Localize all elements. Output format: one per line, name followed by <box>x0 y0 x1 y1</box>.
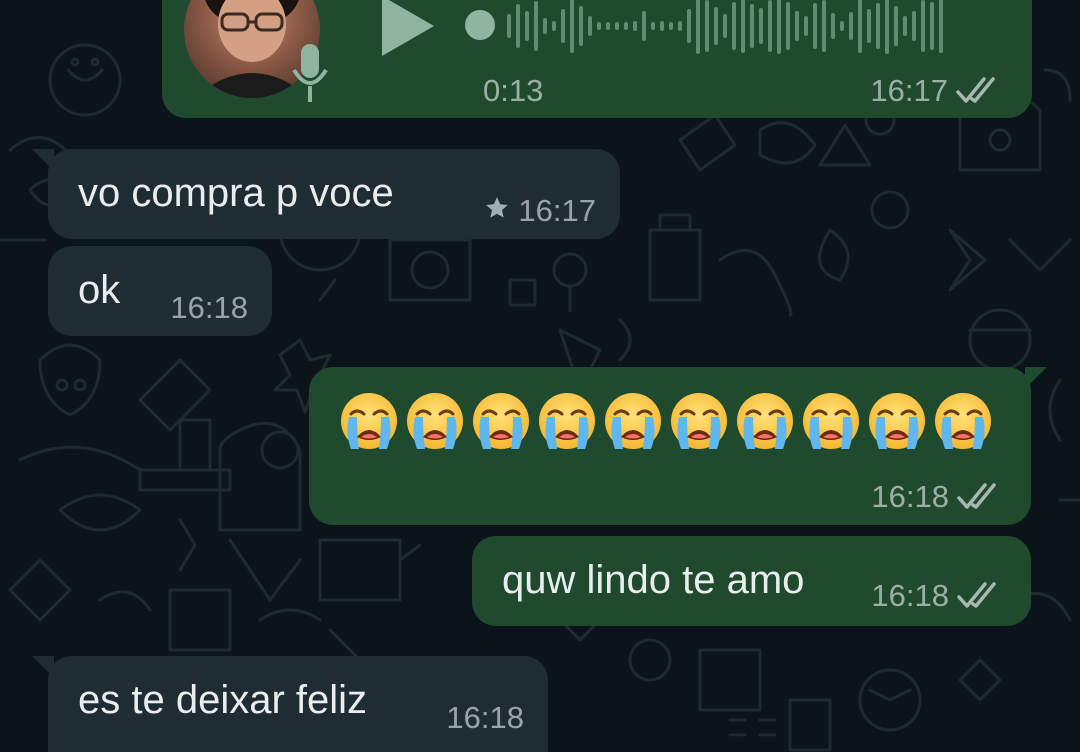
chat-area[interactable]: 0:13 16:17 vo compra p voce 16:17 ok 16:… <box>0 0 1080 752</box>
waveform-bar <box>831 13 835 39</box>
message-time: 16:17 <box>870 73 948 108</box>
waveform-bar <box>795 11 799 41</box>
message-time: 16:18 <box>871 479 949 514</box>
waveform-bar <box>804 16 808 36</box>
waveform-bar <box>651 22 655 30</box>
waveform-bar <box>858 0 862 53</box>
waveform-bar <box>696 0 700 54</box>
waveform-bar <box>525 11 529 41</box>
playback-knob[interactable] <box>465 10 495 40</box>
waveform-bar <box>642 11 646 41</box>
message-meta: 16:17 <box>484 193 596 229</box>
message-meta: 16:18 <box>170 290 248 326</box>
waveform-bar <box>840 21 844 31</box>
message-text: quw lindo te amo <box>502 558 805 602</box>
waveform-bar <box>543 18 547 34</box>
waveform-bar <box>867 9 871 43</box>
incoming-message-bubble[interactable]: vo compra p voce 16:17 <box>32 149 620 239</box>
waveform-bar <box>921 0 925 52</box>
message-time: 16:18 <box>871 578 949 613</box>
emoji-row <box>337 389 995 453</box>
loudly-crying-face-emoji <box>799 389 863 453</box>
waveform-bar <box>687 9 691 43</box>
message-text: vo compra p voce <box>78 171 394 215</box>
waveform-bar <box>678 21 682 31</box>
waveform-bar <box>930 2 934 50</box>
waveform-bar <box>786 2 790 50</box>
waveform-bar <box>507 14 511 38</box>
loudly-crying-face-emoji <box>667 389 731 453</box>
loudly-crying-face-emoji <box>469 389 533 453</box>
loudly-crying-face-emoji <box>535 389 599 453</box>
waveform-bar <box>534 1 538 51</box>
waveform-bar <box>732 2 736 50</box>
waveform-bar <box>588 16 592 36</box>
message-meta: 16:18 <box>871 578 1003 614</box>
voice-duration: 0:13 <box>483 73 544 108</box>
play-icon[interactable] <box>378 0 438 58</box>
loudly-crying-face-emoji <box>931 389 995 453</box>
double-check-icon <box>956 77 1002 105</box>
mic-icon <box>292 44 328 102</box>
outgoing-message-bubble[interactable]: quw lindo te amo 16:18 <box>472 536 1031 626</box>
loudly-crying-face-emoji <box>601 389 665 453</box>
waveform-bar <box>579 6 583 46</box>
incoming-message-bubble[interactable]: es te deixar feliz 16:18 <box>32 656 548 752</box>
waveform-bar <box>813 3 817 49</box>
waveform-bar <box>759 8 763 44</box>
waveform-bar <box>615 22 619 30</box>
waveform-bar <box>876 3 880 49</box>
message-time: 16:18 <box>170 290 248 325</box>
double-check-icon <box>957 582 1003 610</box>
message-meta: 16:17 <box>870 73 1002 109</box>
waveform-bar <box>777 0 781 54</box>
star-icon <box>484 193 510 229</box>
loudly-crying-face-emoji <box>403 389 467 453</box>
waveform-bar <box>714 7 718 45</box>
waveform-bar <box>768 0 772 52</box>
waveform-bar <box>822 0 826 52</box>
loudly-crying-face-emoji <box>865 389 929 453</box>
waveform-bar <box>723 14 727 38</box>
waveform-bar <box>606 22 610 30</box>
waveform-bar <box>849 12 853 40</box>
message-text: ok <box>78 268 121 312</box>
message-time: 16:17 <box>518 193 596 228</box>
waveform-bar <box>750 4 754 48</box>
waveform-bar <box>597 22 601 30</box>
waveform-bar <box>633 21 637 31</box>
waveform-bar <box>705 0 709 52</box>
waveform-bar <box>894 6 898 46</box>
waveform-bar <box>561 9 565 43</box>
incoming-message-bubble[interactable]: ok 16:18 <box>48 246 272 336</box>
loudly-crying-face-emoji <box>733 389 797 453</box>
message-text: es te deixar feliz <box>78 678 368 722</box>
outgoing-message-bubble[interactable]: 16:18 <box>309 367 1047 525</box>
waveform-bar <box>939 0 943 53</box>
loudly-crying-face-emoji <box>337 389 401 453</box>
waveform-bar <box>885 0 889 54</box>
waveform-bar <box>624 22 628 30</box>
waveform-bar <box>669 22 673 30</box>
message-time: 16:18 <box>446 700 524 735</box>
waveform-bar <box>912 11 916 41</box>
waveform-bar <box>516 4 520 48</box>
double-check-icon <box>957 483 1003 511</box>
voice-message-bubble[interactable]: 0:13 16:17 <box>162 0 1032 118</box>
waveform-bar <box>660 21 664 31</box>
waveform-bar <box>903 16 907 36</box>
message-meta: 16:18 <box>871 479 1003 515</box>
waveform-bar <box>741 0 745 53</box>
message-meta: 16:18 <box>446 700 524 736</box>
waveform-bar <box>570 0 574 53</box>
waveform[interactable] <box>507 0 943 56</box>
waveform-bar <box>552 21 556 31</box>
